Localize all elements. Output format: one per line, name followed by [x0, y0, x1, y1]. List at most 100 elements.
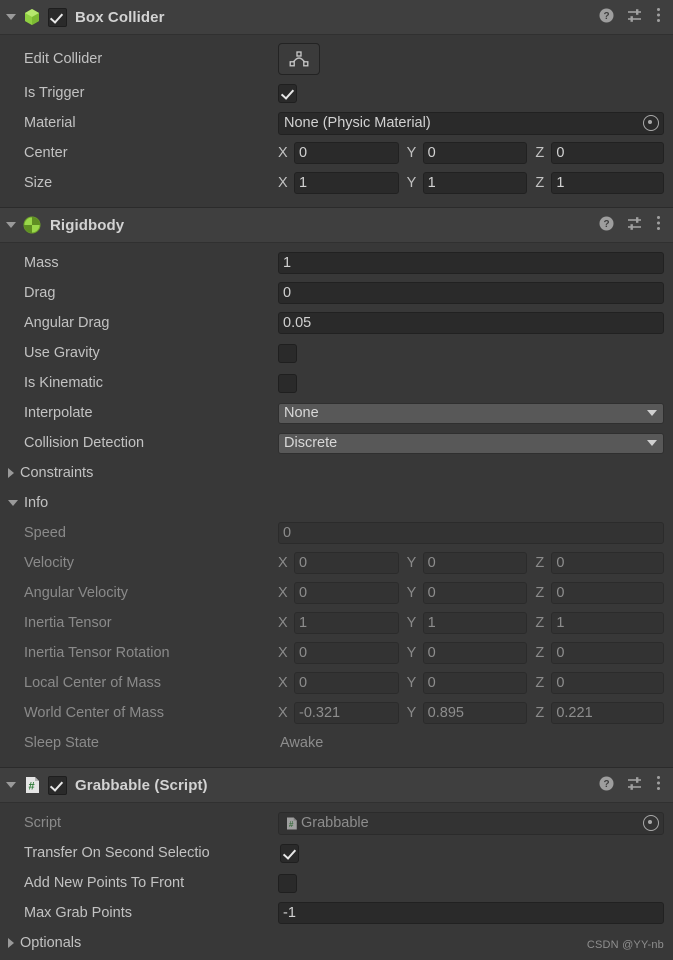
field-mass: 1 — [278, 252, 664, 274]
preset-settings-icon[interactable] — [627, 8, 643, 27]
row-size: Size X 1 Y 1 Z 1 — [0, 168, 673, 198]
dropdown-collision-detection[interactable]: Discrete — [278, 432, 664, 454]
component-enable-checkbox-grabbable[interactable] — [48, 775, 67, 795]
component-title-grabbable: Grabbable (Script) — [75, 776, 208, 794]
vector3-velocity: X 0 Y 0 Z 0 — [278, 552, 665, 574]
axis-label-z: Z — [535, 585, 545, 601]
vector3-inertia-tensor-rotation: X 0 Y 0 Z 0 — [278, 642, 665, 664]
preset-settings-icon[interactable] — [627, 216, 643, 235]
label-is-kinematic: Is Kinematic — [24, 375, 103, 391]
more-menu-icon[interactable] — [656, 7, 661, 27]
axis-label-z: Z — [535, 705, 545, 721]
input-angular-drag[interactable]: 0.05 — [278, 312, 664, 334]
row-mass: Mass 1 — [0, 248, 673, 278]
label-inertia-tensor: Inertia Tensor — [24, 615, 112, 631]
foldout-arrow-rigidbody[interactable] — [6, 222, 16, 228]
label-interpolate: Interpolate — [24, 405, 93, 421]
field-material: None (Physic Material) — [278, 111, 664, 135]
component-header-grabbable[interactable]: # Grabbable (Script) ? — [0, 767, 673, 803]
svg-text:#: # — [28, 781, 34, 793]
more-menu-icon[interactable] — [656, 215, 661, 235]
object-field-material[interactable]: None (Physic Material) — [278, 111, 664, 135]
vector3-velocity-x: X 0 — [278, 552, 407, 574]
object-picker-icon-material[interactable] — [643, 115, 659, 131]
field-world-center-of-mass: X -0.321 Y 0.895 Z 0.221 — [278, 702, 665, 724]
foldout-constraints[interactable]: Constraints — [0, 458, 673, 488]
label-sleep-state: Sleep State — [24, 735, 99, 751]
row-material: Material None (Physic Material) — [0, 108, 673, 138]
preset-settings-icon[interactable] — [627, 776, 643, 795]
input-inertia-tensor-x: 1 — [294, 612, 399, 634]
row-edit-collider: Edit Collider — [0, 40, 673, 78]
row-add-new-points-to-front: Add New Points To Front — [0, 868, 673, 898]
input-size-z[interactable]: 1 — [551, 172, 665, 194]
checkbox-is-trigger[interactable] — [278, 83, 297, 103]
vector3-inertia-tensor-x: X 1 — [278, 612, 407, 634]
input-velocity-z: 0 — [551, 552, 665, 574]
input-drag[interactable]: 0 — [278, 282, 664, 304]
csharp-script-icon-small: # — [284, 816, 299, 831]
object-picker-icon-script — [643, 815, 659, 831]
row-drag: Drag 0 — [0, 278, 673, 308]
help-icon[interactable]: ? — [599, 8, 614, 27]
foldout-arrow-grabbable[interactable] — [6, 782, 16, 788]
component-header-box-collider[interactable]: Box Collider ? — [0, 0, 673, 35]
label-use-gravity: Use Gravity — [24, 345, 100, 361]
input-size-x[interactable]: 1 — [294, 172, 399, 194]
input-inertia-tensor-rotation-x: 0 — [294, 642, 399, 664]
component-header-actions-grabbable: ? — [599, 775, 661, 795]
axis-label-z: Z — [535, 145, 545, 161]
checkbox-is-kinematic[interactable] — [278, 373, 297, 393]
input-center-z[interactable]: 0 — [551, 142, 665, 164]
input-size-y[interactable]: 1 — [422, 172, 528, 194]
vector3-angular-velocity-y: Y 0 — [407, 582, 536, 604]
row-use-gravity: Use Gravity — [0, 338, 673, 368]
vector3-local-center-of-mass-x: X 0 — [278, 672, 407, 694]
foldout-arrow-info[interactable] — [8, 500, 18, 506]
input-speed: 0 — [278, 522, 664, 544]
input-local-center-of-mass-z: 0 — [551, 672, 665, 694]
object-field-material-value: None (Physic Material) — [284, 114, 431, 131]
axis-label-y: Y — [406, 145, 417, 161]
input-max-grab-points[interactable]: -1 — [278, 902, 664, 924]
foldout-arrow-constraints[interactable] — [8, 468, 14, 478]
foldout-optionals[interactable]: Optionals — [0, 928, 673, 958]
checkbox-add-new-points-to-front[interactable] — [278, 873, 297, 893]
vector3-world-center-of-mass-z: Z 0.221 — [535, 702, 665, 724]
component-enable-checkbox-box-collider[interactable] — [48, 7, 67, 27]
axis-label-z: Z — [535, 615, 545, 631]
label-script: Script — [24, 815, 62, 831]
row-inertia-tensor: Inertia Tensor X 1 Y 1 Z 1 — [0, 608, 673, 638]
component-header-rigidbody[interactable]: Rigidbody ? — [0, 207, 673, 243]
checkbox-use-gravity[interactable] — [278, 343, 297, 363]
foldout-arrow-box-collider[interactable] — [6, 14, 16, 20]
row-world-center-of-mass: World Center of Mass X -0.321 Y 0.895 Z … — [0, 698, 673, 728]
checkbox-transfer-on-second-selection[interactable] — [280, 843, 299, 863]
dropdown-interpolate[interactable]: None — [278, 402, 664, 424]
dropdown-interpolate-value: None — [284, 404, 319, 421]
help-icon[interactable]: ? — [599, 216, 614, 235]
field-sleep-state: Awake — [278, 735, 664, 751]
vector3-local-center-of-mass: X 0 Y 0 Z 0 — [278, 672, 665, 694]
foldout-arrow-optionals[interactable] — [8, 938, 14, 948]
input-center-y[interactable]: 0 — [422, 142, 528, 164]
axis-label-y: Y — [406, 175, 417, 191]
chevron-down-icon — [647, 440, 657, 446]
more-menu-icon[interactable] — [656, 775, 661, 795]
axis-label-y: Y — [406, 675, 417, 691]
input-center-x[interactable]: 0 — [294, 142, 399, 164]
axis-label-x: X — [278, 615, 288, 631]
label-local-center-of-mass: Local Center of Mass — [24, 675, 162, 691]
label-is-trigger: Is Trigger — [24, 85, 85, 101]
edit-collider-button[interactable] — [278, 43, 320, 75]
vector3-inertia-tensor-z: Z 1 — [535, 612, 665, 634]
row-collision-detection: Collision Detection Discrete — [0, 428, 673, 458]
help-icon[interactable]: ? — [599, 776, 614, 795]
label-collision-detection: Collision Detection — [24, 435, 145, 451]
foldout-info[interactable]: Info — [0, 488, 673, 518]
vector3-inertia-tensor-rotation-x: X 0 — [278, 642, 407, 664]
input-mass[interactable]: 1 — [278, 252, 664, 274]
input-local-center-of-mass-y: 0 — [422, 672, 528, 694]
axis-label-x: X — [278, 645, 288, 661]
component-header-actions-box-collider: ? — [599, 7, 661, 27]
